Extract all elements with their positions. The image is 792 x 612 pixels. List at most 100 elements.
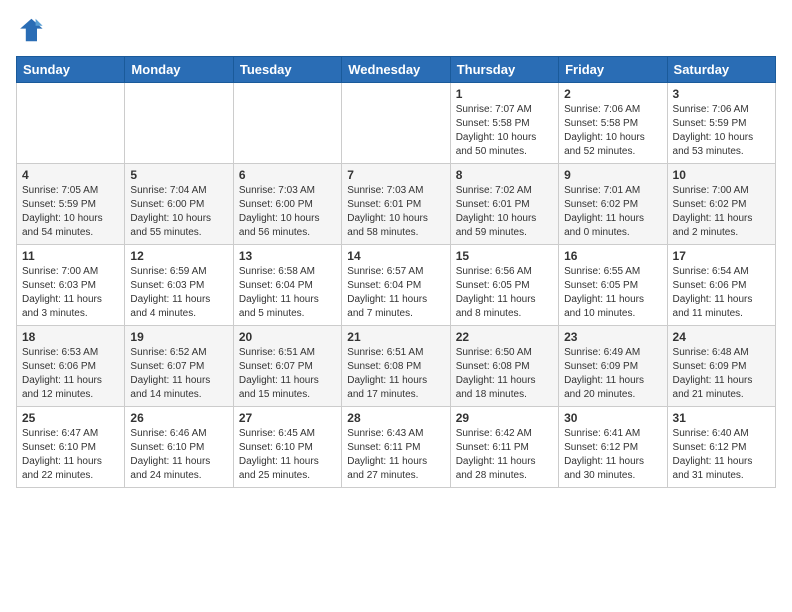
day-info: Sunrise: 6:47 AM Sunset: 6:10 PM Dayligh…	[22, 427, 119, 483]
day-number: 5	[130, 168, 227, 182]
day-info: Sunrise: 7:00 AM Sunset: 6:02 PM Dayligh…	[673, 184, 770, 240]
calendar-cell: 5 Sunrise: 7:04 AM Sunset: 6:00 PM Daylig…	[125, 164, 233, 245]
day-info: Sunrise: 7:05 AM Sunset: 5:59 PM Dayligh…	[22, 184, 119, 240]
calendar-cell: 30Sunrise: 6:41 AM Sunset: 6:12 PM Dayli…	[559, 407, 667, 488]
day-number: 22	[456, 330, 553, 344]
calendar-cell: 23Sunrise: 6:49 AM Sunset: 6:09 PM Dayli…	[559, 326, 667, 407]
day-info: Sunrise: 7:04 AM Sunset: 6:00 PM Dayligh…	[130, 184, 227, 240]
day-info: Sunrise: 6:43 AM Sunset: 6:11 PM Dayligh…	[347, 427, 444, 483]
calendar-cell: 2Sunrise: 7:06 AM Sunset: 5:58 PM Daylig…	[559, 83, 667, 164]
logo	[16, 16, 48, 44]
day-number: 16	[564, 249, 661, 263]
day-info: Sunrise: 6:46 AM Sunset: 6:10 PM Dayligh…	[130, 427, 227, 483]
calendar-cell: 29 Sunrise: 6:42 AM Sunset: 6:11 PM Dayli…	[450, 407, 558, 488]
day-number: 8	[456, 168, 553, 182]
day-number: 19	[130, 330, 227, 344]
day-info: Sunrise: 7:06 AM Sunset: 5:59 PM Dayligh…	[673, 103, 770, 159]
calendar-cell: 10 Sunrise: 7:00 AM Sunset: 6:02 PM Dayli…	[667, 164, 775, 245]
logo-icon	[16, 16, 44, 44]
day-number: 21	[347, 330, 444, 344]
calendar-cell: 26 Sunrise: 6:46 AM Sunset: 6:10 PM Dayli…	[125, 407, 233, 488]
calendar-week-row: 18 Sunrise: 6:53 AM Sunset: 6:06 PM Dayli…	[17, 326, 776, 407]
day-number: 25	[22, 411, 119, 425]
day-info: Sunrise: 6:51 AM Sunset: 6:08 PM Dayligh…	[347, 346, 444, 402]
day-info: Sunrise: 6:56 AM Sunset: 6:05 PM Dayligh…	[456, 265, 553, 321]
day-number: 15	[456, 249, 553, 263]
day-number: 31	[673, 411, 770, 425]
day-number: 13	[239, 249, 336, 263]
calendar-cell: 4 Sunrise: 7:05 AM Sunset: 5:59 PM Daylig…	[17, 164, 125, 245]
calendar-week-row: 25 Sunrise: 6:47 AM Sunset: 6:10 PM Dayli…	[17, 407, 776, 488]
day-number: 6	[239, 168, 336, 182]
day-info: Sunrise: 6:45 AM Sunset: 6:10 PM Dayligh…	[239, 427, 336, 483]
calendar-day-header: Wednesday	[342, 57, 450, 83]
day-info: Sunrise: 6:50 AM Sunset: 6:08 PM Dayligh…	[456, 346, 553, 402]
calendar-cell: 24Sunrise: 6:48 AM Sunset: 6:09 PM Dayli…	[667, 326, 775, 407]
day-number: 18	[22, 330, 119, 344]
calendar-week-row: 11 Sunrise: 7:00 AM Sunset: 6:03 PM Dayli…	[17, 245, 776, 326]
calendar-cell: 7Sunrise: 7:03 AM Sunset: 6:01 PM Daylig…	[342, 164, 450, 245]
calendar-cell: 12 Sunrise: 6:59 AM Sunset: 6:03 PM Dayli…	[125, 245, 233, 326]
day-info: Sunrise: 7:00 AM Sunset: 6:03 PM Dayligh…	[22, 265, 119, 321]
day-number: 23	[564, 330, 661, 344]
day-number: 4	[22, 168, 119, 182]
day-info: Sunrise: 6:57 AM Sunset: 6:04 PM Dayligh…	[347, 265, 444, 321]
calendar-table: SundayMondayTuesdayWednesdayThursdayFrid…	[16, 56, 776, 488]
calendar-day-header: Friday	[559, 57, 667, 83]
calendar-cell: 9Sunrise: 7:01 AM Sunset: 6:02 PM Daylig…	[559, 164, 667, 245]
day-number: 30	[564, 411, 661, 425]
calendar-cell: 19 Sunrise: 6:52 AM Sunset: 6:07 PM Dayli…	[125, 326, 233, 407]
calendar-cell: 11 Sunrise: 7:00 AM Sunset: 6:03 PM Dayli…	[17, 245, 125, 326]
calendar-cell: 22 Sunrise: 6:50 AM Sunset: 6:08 PM Dayli…	[450, 326, 558, 407]
day-info: Sunrise: 6:53 AM Sunset: 6:06 PM Dayligh…	[22, 346, 119, 402]
day-number: 14	[347, 249, 444, 263]
day-number: 27	[239, 411, 336, 425]
day-info: Sunrise: 6:40 AM Sunset: 6:12 PM Dayligh…	[673, 427, 770, 483]
calendar-day-header: Sunday	[17, 57, 125, 83]
day-number: 11	[22, 249, 119, 263]
calendar-cell: 25 Sunrise: 6:47 AM Sunset: 6:10 PM Dayli…	[17, 407, 125, 488]
calendar-header-row: SundayMondayTuesdayWednesdayThursdayFrid…	[17, 57, 776, 83]
day-number: 17	[673, 249, 770, 263]
calendar-cell: 6 Sunrise: 7:03 AM Sunset: 6:00 PM Daylig…	[233, 164, 341, 245]
day-info: Sunrise: 6:51 AM Sunset: 6:07 PM Dayligh…	[239, 346, 336, 402]
calendar-cell: 14 Sunrise: 6:57 AM Sunset: 6:04 PM Dayli…	[342, 245, 450, 326]
day-info: Sunrise: 7:01 AM Sunset: 6:02 PM Dayligh…	[564, 184, 661, 240]
calendar-cell: 17 Sunrise: 6:54 AM Sunset: 6:06 PM Dayli…	[667, 245, 775, 326]
day-info: Sunrise: 6:48 AM Sunset: 6:09 PM Dayligh…	[673, 346, 770, 402]
day-info: Sunrise: 7:06 AM Sunset: 5:58 PM Dayligh…	[564, 103, 661, 159]
day-number: 10	[673, 168, 770, 182]
calendar-cell: 3Sunrise: 7:06 AM Sunset: 5:59 PM Daylig…	[667, 83, 775, 164]
day-info: Sunrise: 6:42 AM Sunset: 6:11 PM Dayligh…	[456, 427, 553, 483]
day-number: 28	[347, 411, 444, 425]
day-number: 29	[456, 411, 553, 425]
calendar-cell: 1Sunrise: 7:07 AM Sunset: 5:58 PM Daylig…	[450, 83, 558, 164]
day-info: Sunrise: 7:03 AM Sunset: 6:00 PM Dayligh…	[239, 184, 336, 240]
calendar-cell: 15 Sunrise: 6:56 AM Sunset: 6:05 PM Dayli…	[450, 245, 558, 326]
calendar-cell	[342, 83, 450, 164]
day-info: Sunrise: 6:55 AM Sunset: 6:05 PM Dayligh…	[564, 265, 661, 321]
calendar-week-row: 4 Sunrise: 7:05 AM Sunset: 5:59 PM Daylig…	[17, 164, 776, 245]
day-info: Sunrise: 7:02 AM Sunset: 6:01 PM Dayligh…	[456, 184, 553, 240]
calendar-cell: 13 Sunrise: 6:58 AM Sunset: 6:04 PM Dayli…	[233, 245, 341, 326]
day-info: Sunrise: 6:58 AM Sunset: 6:04 PM Dayligh…	[239, 265, 336, 321]
day-info: Sunrise: 7:03 AM Sunset: 6:01 PM Dayligh…	[347, 184, 444, 240]
day-number: 12	[130, 249, 227, 263]
calendar-cell	[17, 83, 125, 164]
calendar-cell: 27 Sunrise: 6:45 AM Sunset: 6:10 PM Dayli…	[233, 407, 341, 488]
page-header	[16, 16, 776, 44]
calendar-cell: 18 Sunrise: 6:53 AM Sunset: 6:06 PM Dayli…	[17, 326, 125, 407]
day-info: Sunrise: 6:59 AM Sunset: 6:03 PM Dayligh…	[130, 265, 227, 321]
calendar-day-header: Saturday	[667, 57, 775, 83]
calendar-day-header: Monday	[125, 57, 233, 83]
day-number: 20	[239, 330, 336, 344]
day-info: Sunrise: 6:54 AM Sunset: 6:06 PM Dayligh…	[673, 265, 770, 321]
day-info: Sunrise: 6:52 AM Sunset: 6:07 PM Dayligh…	[130, 346, 227, 402]
day-info: Sunrise: 7:07 AM Sunset: 5:58 PM Dayligh…	[456, 103, 553, 159]
day-number: 26	[130, 411, 227, 425]
calendar-cell: 28 Sunrise: 6:43 AM Sunset: 6:11 PM Dayli…	[342, 407, 450, 488]
calendar-cell: 31 Sunrise: 6:40 AM Sunset: 6:12 PM Dayli…	[667, 407, 775, 488]
calendar-cell: 21 Sunrise: 6:51 AM Sunset: 6:08 PM Dayli…	[342, 326, 450, 407]
calendar-cell: 16 Sunrise: 6:55 AM Sunset: 6:05 PM Dayli…	[559, 245, 667, 326]
calendar-day-header: Tuesday	[233, 57, 341, 83]
